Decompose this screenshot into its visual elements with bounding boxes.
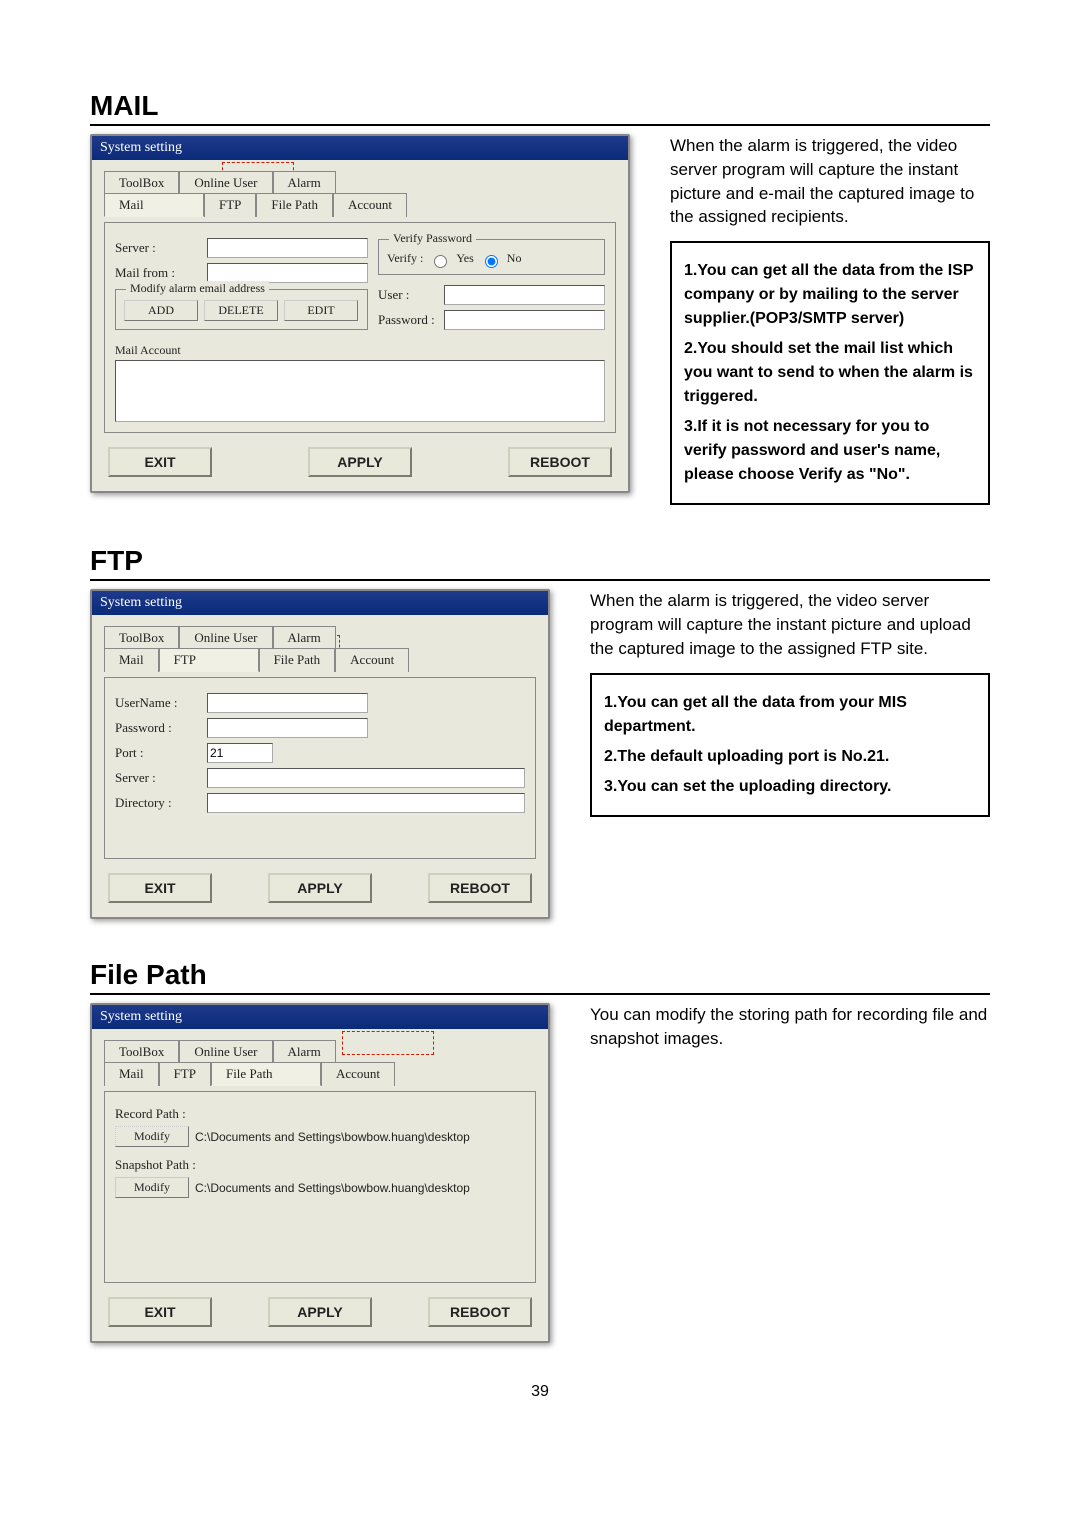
modify-alarm-legend: Modify alarm email address xyxy=(126,281,269,296)
section-title-ftp: FTP xyxy=(90,545,990,581)
verify-yes-label: Yes xyxy=(456,251,473,266)
tab-filepath[interactable]: File Path xyxy=(256,193,333,217)
delete-button[interactable]: DELETE xyxy=(204,300,278,321)
ftp-dialog: System setting ToolBox Online User Alarm… xyxy=(90,589,550,919)
exit-button[interactable]: EXIT xyxy=(108,447,212,477)
modify-snapshot-button[interactable]: Modify xyxy=(115,1177,189,1198)
tab-account[interactable]: Account xyxy=(321,1062,395,1086)
verify-no-label: No xyxy=(507,251,522,266)
mailfrom-label: Mail from : xyxy=(115,265,201,281)
recordpath-label: Record Path : xyxy=(115,1106,525,1122)
verify-yes-radio[interactable] xyxy=(434,255,447,268)
ftp-info-1: 1.You can get all the data from your MIS… xyxy=(604,691,976,739)
port-input[interactable] xyxy=(207,743,273,763)
mailfrom-input[interactable] xyxy=(207,263,368,283)
tab-ftp[interactable]: FTP xyxy=(159,648,259,672)
exit-button[interactable]: EXIT xyxy=(108,873,212,903)
mail-info-1: 1.You can get all the data from the ISP … xyxy=(684,259,976,331)
apply-button[interactable]: APPLY xyxy=(268,1297,372,1327)
tab-account[interactable]: Account xyxy=(333,193,407,217)
password-input[interactable] xyxy=(207,718,368,738)
ftp-tab-content: UserName : Password : Port : Server xyxy=(104,677,536,859)
ftp-info-box: 1.You can get all the data from your MIS… xyxy=(590,673,990,817)
filepath-dialog: System setting ToolBox Online User Alarm… xyxy=(90,1003,550,1343)
apply-button[interactable]: APPLY xyxy=(308,447,412,477)
tab-toolbox[interactable]: ToolBox xyxy=(104,626,179,649)
tab-alarm[interactable]: Alarm xyxy=(273,1040,336,1063)
mail-info-box: 1.You can get all the data from the ISP … xyxy=(670,241,990,505)
tab-onlineuser[interactable]: Online User xyxy=(179,626,272,649)
tab-mail[interactable]: Mail xyxy=(104,648,159,672)
user-input[interactable] xyxy=(444,285,605,305)
modify-record-button[interactable]: Modify xyxy=(115,1126,189,1147)
reboot-button[interactable]: REBOOT xyxy=(428,1297,532,1327)
mailaccount-label: Mail Account xyxy=(115,343,605,358)
tab-toolbox[interactable]: ToolBox xyxy=(104,1040,179,1063)
modify-alarm-fieldset: Modify alarm email address ADD DELETE ED… xyxy=(115,289,368,330)
directory-input[interactable] xyxy=(207,793,525,813)
tab-filepath[interactable]: File Path xyxy=(259,648,336,672)
password-label: Password : xyxy=(378,312,438,328)
tab-account[interactable]: Account xyxy=(335,648,409,672)
username-label: UserName : xyxy=(115,695,201,711)
apply-button[interactable]: APPLY xyxy=(268,873,372,903)
ftp-info-2: 2.The default uploading port is No.21. xyxy=(604,745,976,769)
server-label: Server : xyxy=(115,770,201,786)
mail-description: When the alarm is triggered, the video s… xyxy=(670,134,990,229)
tab-group-filepath: ToolBox Online User Alarm Mail FTP File … xyxy=(104,1039,536,1085)
password-input[interactable] xyxy=(444,310,605,330)
tab-alarm[interactable]: Alarm xyxy=(273,171,336,194)
reboot-button[interactable]: REBOOT xyxy=(508,447,612,477)
exit-button[interactable]: EXIT xyxy=(108,1297,212,1327)
mail-tab-content: Server : Mail from : Modify alarm email … xyxy=(104,222,616,433)
tab-group-ftp: ToolBox Online User Alarm Mail FTP File … xyxy=(104,625,536,671)
mail-info-2: 2.You should set the mail list which you… xyxy=(684,337,976,409)
section-title-mail: MAIL xyxy=(90,90,990,126)
tab-onlineuser[interactable]: Online User xyxy=(179,1040,272,1063)
verify-label: Verify : xyxy=(387,251,423,266)
server-label: Server : xyxy=(115,240,201,256)
ftp-description: When the alarm is triggered, the video s… xyxy=(590,589,990,660)
tab-group-mail: ToolBox Online User Alarm Mail FTP File … xyxy=(104,170,616,216)
verify-fieldset: Verify Password Verify : Yes No xyxy=(378,239,605,275)
snapshot-path-value: C:\Documents and Settings\bowbow.huang\d… xyxy=(195,1181,470,1195)
mail-dialog: System setting ToolBox Online User Alarm… xyxy=(90,134,630,493)
tab-alarm[interactable]: Alarm xyxy=(273,626,336,649)
mailaccount-list[interactable] xyxy=(115,360,605,422)
verify-no-radio[interactable] xyxy=(485,255,498,268)
record-path-value: C:\Documents and Settings\bowbow.huang\d… xyxy=(195,1130,470,1144)
directory-label: Directory : xyxy=(115,795,201,811)
add-button[interactable]: ADD xyxy=(124,300,198,321)
ftp-info-3: 3.You can set the uploading directory. xyxy=(604,775,976,799)
tab-mail[interactable]: Mail xyxy=(104,1062,159,1086)
filepath-description: You can modify the storing path for reco… xyxy=(590,1003,990,1051)
section-title-filepath: File Path xyxy=(90,959,990,995)
verify-legend: Verify Password xyxy=(389,231,476,246)
password-label: Password : xyxy=(115,720,201,736)
server-input[interactable] xyxy=(207,238,368,258)
tab-mail[interactable]: Mail xyxy=(104,193,204,217)
mail-info-3: 3.If it is not necessary for you to veri… xyxy=(684,415,976,487)
user-label: User : xyxy=(378,287,438,303)
tab-filepath[interactable]: File Path xyxy=(211,1062,321,1086)
tab-ftp[interactable]: FTP xyxy=(204,193,256,217)
tab-onlineuser[interactable]: Online User xyxy=(179,171,272,194)
dialog-titlebar: System setting xyxy=(92,136,628,160)
page-number: 39 xyxy=(90,1383,990,1401)
tab-ftp[interactable]: FTP xyxy=(159,1062,211,1086)
edit-button[interactable]: EDIT xyxy=(284,300,358,321)
port-label: Port : xyxy=(115,745,201,761)
filepath-tab-content: Record Path : Modify C:\Documents and Se… xyxy=(104,1091,536,1283)
server-input[interactable] xyxy=(207,768,525,788)
reboot-button[interactable]: REBOOT xyxy=(428,873,532,903)
dialog-titlebar: System setting xyxy=(92,591,548,615)
tab-toolbox[interactable]: ToolBox xyxy=(104,171,179,194)
dialog-titlebar: System setting xyxy=(92,1005,548,1029)
username-input[interactable] xyxy=(207,693,368,713)
snapshotpath-label: Snapshot Path : xyxy=(115,1157,525,1173)
